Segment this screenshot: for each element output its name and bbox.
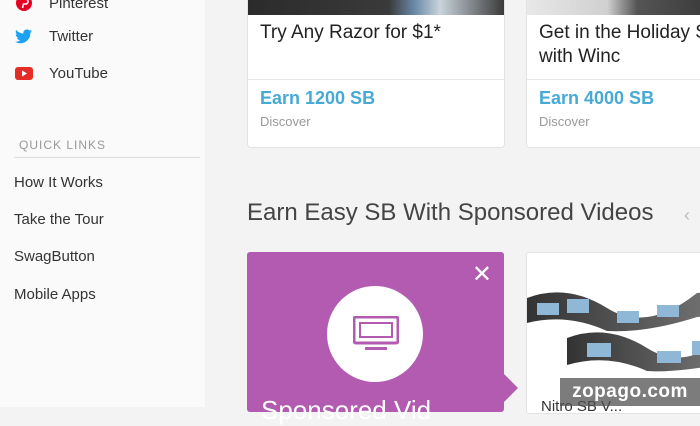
quick-link-how-it-works[interactable]: How It Works xyxy=(14,174,103,191)
offer-earn-amount: Earn 4000 SB xyxy=(539,88,655,108)
close-icon[interactable]: ✕ xyxy=(472,260,492,289)
social-label: Twitter xyxy=(49,27,94,45)
quick-link-take-the-tour[interactable]: Take the Tour xyxy=(14,211,104,228)
chevron-left-icon[interactable]: ‹ xyxy=(684,205,690,226)
quick-links-heading: QUICK LINKS xyxy=(19,138,107,152)
offer-image xyxy=(248,0,504,15)
card-pointer xyxy=(504,374,518,402)
divider xyxy=(527,79,700,80)
social-link-youtube[interactable]: YouTube xyxy=(14,62,108,84)
offer-earn-amount: Earn 1200 SB xyxy=(260,88,376,108)
offer-category: Discover xyxy=(539,114,590,129)
social-label: Pinterest xyxy=(49,0,109,12)
social-link-pinterest[interactable]: Pinterest xyxy=(14,0,108,14)
sponsored-video-card[interactable]: ✕ Sponsored Vid xyxy=(247,252,504,425)
quick-link-mobile-apps[interactable]: Mobile Apps xyxy=(14,286,96,303)
social-link-twitter[interactable]: Twitter xyxy=(14,25,93,47)
divider xyxy=(14,157,200,158)
offer-card[interactable]: Get in the Holiday S with Winc Earn 4000… xyxy=(526,0,700,148)
quick-link-swagbutton[interactable]: SwagButton xyxy=(14,248,95,265)
offer-image xyxy=(527,0,700,15)
watermark: zopago.com xyxy=(560,378,700,406)
section-title: Earn Easy SB With Sponsored Videos xyxy=(247,199,654,226)
offer-title: Get in the Holiday S with Winc xyxy=(539,22,700,67)
twitter-icon xyxy=(14,27,34,45)
offer-card[interactable]: Try Any Razor for $1* Earn 1200 SB Disco… xyxy=(247,0,505,148)
pinterest-icon xyxy=(14,0,34,12)
sidebar: Pinterest Twitter YouTube QUICK LINKS Ho… xyxy=(0,0,205,407)
social-label: YouTube xyxy=(49,64,108,82)
film-strip-image xyxy=(527,292,700,372)
offer-category: Discover xyxy=(260,114,311,129)
sponsored-video-caption: Sponsored Vid xyxy=(261,395,432,425)
monitor-icon xyxy=(353,316,399,350)
video-icon-badge xyxy=(327,286,423,382)
offer-title: Try Any Razor for $1* xyxy=(260,22,441,43)
divider xyxy=(248,79,504,80)
youtube-icon xyxy=(14,64,34,82)
